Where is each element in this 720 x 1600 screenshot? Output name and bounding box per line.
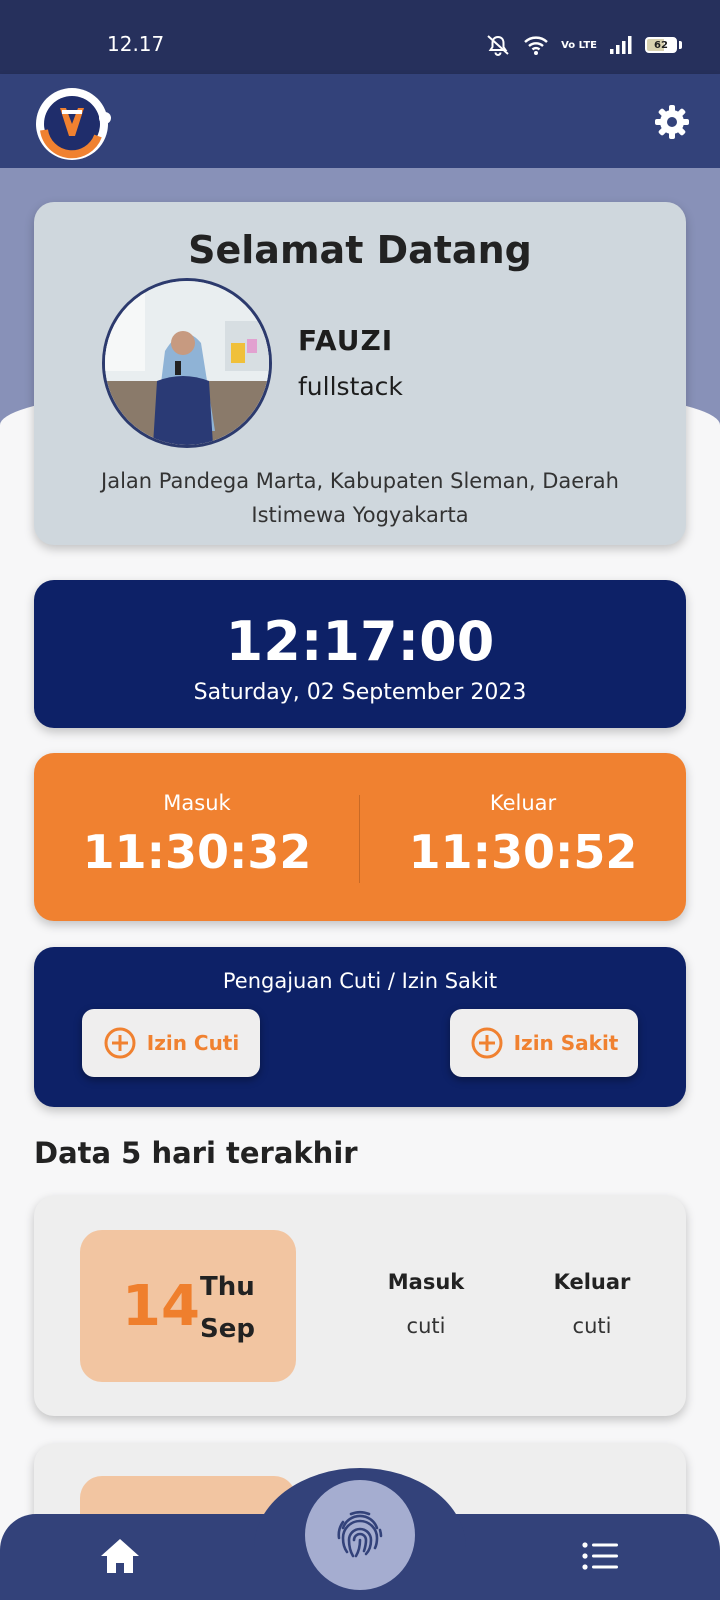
date-box: 14 Thu Sep — [80, 1230, 296, 1382]
status-time: 12.17 — [107, 32, 165, 56]
welcome-title: Selamat Datang — [188, 228, 532, 272]
user-address: Jalan Pandega Marta, Kabupaten Sleman, D… — [101, 469, 619, 527]
add-circle-icon — [104, 1027, 136, 1059]
history-check-in-label: Masuk — [387, 1270, 465, 1294]
leave-request-button[interactable]: Izin Cuti — [82, 1009, 260, 1077]
current-time: 12:17:00 — [225, 610, 495, 673]
history-check-in: Masuk cuti — [356, 1270, 496, 1338]
check-in-time: 11:30:32 — [82, 825, 312, 879]
history-title: Data 5 hari terakhir — [34, 1136, 358, 1170]
sick-leave-label: Izin Sakit — [513, 1031, 619, 1055]
history-check-in-value: cuti — [406, 1314, 446, 1338]
history-check-out: Keluar cuti — [522, 1270, 662, 1338]
battery-level: 62 — [654, 39, 668, 51]
history-weekday: Thu — [200, 1272, 255, 1302]
history-check-out-label: Keluar — [553, 1270, 631, 1294]
history-item[interactable]: 14 Thu Sep Masuk cuti Keluar cuti — [34, 1196, 686, 1416]
check-out-column: Keluar 11:30:52 — [360, 791, 686, 879]
leave-request-card: Pengajuan Cuti / Izin Sakit Izin Cuti Iz… — [34, 947, 686, 1107]
mute-icon — [487, 35, 509, 56]
signal-icon — [610, 36, 632, 54]
attendance-card: Masuk 11:30:32 Keluar 11:30:52 — [34, 753, 686, 921]
fingerprint-icon — [337, 1511, 383, 1558]
fingerprint-button[interactable] — [305, 1480, 415, 1590]
check-out-label: Keluar — [489, 791, 557, 815]
history-check-out-value: cuti — [572, 1314, 612, 1338]
company-logo[interactable] — [32, 84, 112, 164]
wifi-icon — [524, 36, 548, 55]
nav-list-button[interactable] — [580, 1536, 620, 1576]
status-icons: Vo LTE 62 — [485, 32, 682, 58]
history-day: 14 — [122, 1274, 200, 1339]
user-name: FAUZI — [298, 324, 394, 357]
sick-leave-button[interactable]: Izin Sakit — [450, 1009, 638, 1077]
clock-card: 12:17:00 Saturday, 02 September 2023 — [34, 580, 686, 728]
battery-icon: 62 — [645, 37, 677, 53]
battery-tip — [679, 41, 682, 49]
check-in-column: Masuk 11:30:32 — [34, 791, 360, 879]
add-circle-icon — [471, 1027, 503, 1059]
user-role: fullstack — [298, 372, 403, 401]
leave-request-title: Pengajuan Cuti / Izin Sakit — [222, 969, 498, 993]
welcome-card: Selamat Datang FAUZI fullstack Jalan Pan… — [34, 202, 686, 545]
gear-icon — [655, 105, 689, 139]
check-out-time: 11:30:52 — [408, 825, 638, 879]
app-bar — [0, 74, 720, 168]
settings-button[interactable] — [652, 102, 692, 142]
home-icon — [101, 1539, 139, 1573]
history-month: Sep — [200, 1314, 255, 1344]
list-icon — [582, 1542, 618, 1570]
status-bar: 12.17 Vo LTE 62 — [0, 0, 720, 74]
nav-home-button[interactable] — [98, 1536, 142, 1576]
volte-indicator: Vo LTE — [561, 39, 597, 51]
current-date: Saturday, 02 September 2023 — [193, 680, 527, 705]
leave-request-label: Izin Cuti — [146, 1031, 240, 1055]
check-in-label: Masuk — [163, 791, 231, 815]
avatar[interactable] — [102, 278, 272, 448]
